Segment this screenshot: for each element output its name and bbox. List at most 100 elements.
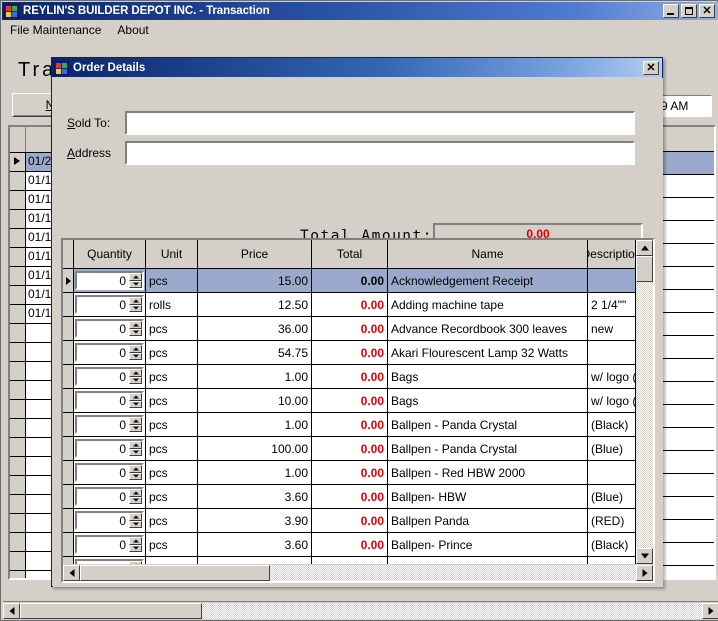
row-selector[interactable]	[63, 461, 74, 484]
spin-down-icon[interactable]	[129, 328, 142, 336]
table-row[interactable]: 0 pcs 3.60 0.00 Ballpen- HBW (Blue)	[63, 485, 636, 509]
row-selector[interactable]	[10, 362, 26, 380]
scroll-left-arrow-icon[interactable]	[63, 564, 80, 581]
row-selector[interactable]	[10, 438, 26, 456]
items-grid-horizontal-scrollbar[interactable]	[63, 564, 653, 581]
total-cell[interactable]: 0.00	[312, 533, 388, 556]
row-selector[interactable]	[10, 571, 26, 578]
quantity-spin-buttons[interactable]	[129, 273, 142, 288]
minimize-button[interactable]	[663, 4, 679, 18]
spin-down-icon[interactable]	[129, 520, 142, 528]
spin-down-icon[interactable]	[129, 448, 142, 456]
spin-up-icon[interactable]	[129, 273, 142, 281]
items-hscroll-thumb[interactable]	[80, 564, 270, 581]
row-selector[interactable]	[10, 495, 26, 513]
quantity-cell[interactable]: 0	[74, 269, 146, 292]
table-row[interactable]: 0 pcs 54.75 0.00 Akari Flourescent Lamp 32 W…	[63, 341, 636, 365]
quantity-spin-buttons[interactable]	[129, 393, 142, 408]
description-cell[interactable]: (Blue)	[588, 437, 636, 460]
quantity-stepper[interactable]: 0	[75, 463, 144, 482]
scroll-left-arrow-icon[interactable]	[3, 602, 20, 619]
items-grid-vertical-scrollbar[interactable]	[636, 240, 653, 564]
name-cell[interactable]: Advance Recordbook 300 leaves	[388, 317, 588, 340]
quantity-cell[interactable]: 0	[74, 389, 146, 412]
name-cell[interactable]: Ballpen- HBW	[388, 485, 588, 508]
name-cell[interactable]: Ballpen- Prince	[388, 533, 588, 556]
main-hscroll-track[interactable]	[20, 602, 702, 619]
table-row[interactable]: 0 pcs 1.00 0.00 Ballpen - Red HBW 2000	[63, 461, 636, 485]
spin-up-icon[interactable]	[129, 369, 142, 377]
quantity-value[interactable]: 0	[77, 298, 129, 312]
unit-cell[interactable]: pcs	[146, 437, 198, 460]
quantity-value[interactable]: 0	[77, 346, 129, 360]
quantity-stepper[interactable]: 0	[75, 391, 144, 410]
description-cell[interactable]: new	[588, 317, 636, 340]
name-cell[interactable]: Ballpen - Red HBW 2000	[388, 461, 588, 484]
row-selector[interactable]	[10, 324, 26, 342]
spin-up-icon[interactable]	[129, 489, 142, 497]
spin-up-icon[interactable]	[129, 465, 142, 473]
spin-up-icon[interactable]	[129, 297, 142, 305]
price-cell[interactable]: 36.00	[198, 317, 312, 340]
row-selector[interactable]	[10, 552, 26, 570]
quantity-stepper[interactable]: 0	[75, 343, 144, 362]
row-selector[interactable]	[10, 248, 26, 266]
row-selector[interactable]	[10, 476, 26, 494]
quantity-cell[interactable]: 0	[74, 509, 146, 532]
unit-cell[interactable]: pcs	[146, 365, 198, 388]
price-cell[interactable]: 1.00	[198, 413, 312, 436]
quantity-cell[interactable]: 0	[74, 437, 146, 460]
price-cell[interactable]: 3.60	[198, 533, 312, 556]
row-selector[interactable]	[63, 533, 74, 556]
total-cell[interactable]: 0.00	[312, 365, 388, 388]
main-hscroll-thumb[interactable]	[20, 602, 202, 619]
quantity-value[interactable]: 0	[77, 490, 129, 504]
table-row[interactable]: 0 rolls 12.50 0.00 Adding machine tape 2 1/4"…	[63, 293, 636, 317]
column-header-total[interactable]: Total	[312, 240, 388, 268]
spin-down-icon[interactable]	[129, 376, 142, 384]
name-cell[interactable]: Akari Flourescent Lamp 32 Watts	[388, 341, 588, 364]
name-cell[interactable]: Bags	[388, 365, 588, 388]
quantity-value[interactable]: 0	[77, 442, 129, 456]
description-cell[interactable]: (Blue)	[588, 485, 636, 508]
price-cell[interactable]: 23.75	[198, 557, 312, 564]
description-cell[interactable]: (Black)	[588, 533, 636, 556]
column-header-description[interactable]: Description	[588, 240, 636, 268]
description-cell[interactable]: (Black)	[588, 413, 636, 436]
menu-about[interactable]: About	[109, 21, 156, 39]
description-cell[interactable]: w/ logo (Red	[588, 389, 636, 412]
spin-down-icon[interactable]	[129, 280, 142, 288]
quantity-value[interactable]: 0	[77, 466, 129, 480]
unit-cell[interactable]: pcs	[146, 557, 198, 564]
row-selector[interactable]	[63, 557, 74, 564]
quantity-value[interactable]: 0	[77, 322, 129, 336]
quantity-stepper[interactable]: 0	[75, 511, 144, 530]
table-row[interactable]: 0 pcs10.000.00Bagsw/ logo (Red	[63, 389, 636, 413]
spin-down-icon[interactable]	[129, 472, 142, 480]
menu-file-maintenance[interactable]: File Maintenance	[2, 21, 109, 39]
description-cell[interactable]: (RED)	[588, 509, 636, 532]
total-cell[interactable]: 0.00	[312, 317, 388, 340]
spin-up-icon[interactable]	[129, 345, 142, 353]
table-row[interactable]: 0 pcs 3.90 0.00 Ballpen Panda (RED)	[63, 509, 636, 533]
quantity-cell[interactable]: 0	[74, 413, 146, 436]
description-cell[interactable]: w/ logo (Bla	[588, 365, 636, 388]
row-selector[interactable]	[10, 286, 26, 304]
spin-up-icon[interactable]	[129, 537, 142, 545]
unit-cell[interactable]: pcs	[146, 317, 198, 340]
row-selector[interactable]	[10, 229, 26, 247]
address-input[interactable]	[125, 141, 635, 165]
close-button[interactable]: ✕	[699, 4, 715, 18]
price-cell[interactable]: 3.90	[198, 509, 312, 532]
total-cell[interactable]: 0.00	[312, 485, 388, 508]
spin-up-icon[interactable]	[129, 513, 142, 521]
table-row[interactable]: 0 pcs 15.00 0.00 Acknowledgement Receipt	[63, 269, 636, 293]
name-cell[interactable]: Baronial Envelope-Royal fiber #5	[388, 557, 588, 564]
row-selector[interactable]	[10, 210, 26, 228]
quantity-value[interactable]: 0	[77, 370, 129, 384]
maximize-button[interactable]	[681, 4, 697, 18]
row-selector[interactable]	[10, 419, 26, 437]
quantity-spin-buttons[interactable]	[129, 465, 142, 480]
quantity-stepper[interactable]: 0	[75, 535, 144, 554]
total-cell[interactable]: 0.00	[312, 389, 388, 412]
